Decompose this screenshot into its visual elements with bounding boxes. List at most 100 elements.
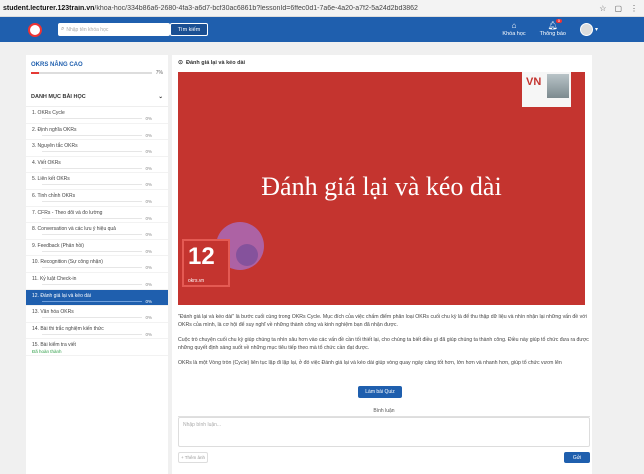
browser-menu-icon[interactable]: ⋮: [630, 4, 638, 13]
lesson-label: 7. CFRs - Theo dõi và đo lường: [32, 209, 103, 216]
lesson-progress-bar: [42, 134, 142, 136]
play-circle-icon: ⊙: [178, 60, 184, 66]
attach-image-button[interactable]: + Thêm ảnh: [178, 452, 208, 463]
lesson-progress-text: 0%: [145, 232, 152, 238]
search-input[interactable]: ⌕ Nhập tên khóa học: [58, 23, 170, 36]
lesson-progress-bar: [42, 234, 142, 236]
home-icon: ⌂: [511, 21, 517, 31]
sidebar-item-lesson[interactable]: 5. Liên kết OKRs 0%: [26, 173, 168, 190]
sidebar-item-lesson[interactable]: 3. Nguyên tắc OKRs 0%: [26, 140, 168, 157]
lesson-progress-bar: [42, 118, 142, 119]
paragraph: "Đánh giá lại và kéo dài" là bước cuối c…: [178, 314, 587, 329]
lesson-progress-bar: [42, 267, 142, 269]
lesson-progress-bar: [42, 333, 142, 335]
star-icon[interactable]: ☆: [599, 4, 606, 13]
lesson-progress-text: 0%: [145, 281, 152, 287]
search-icon: ⌕: [61, 26, 65, 32]
comment-input[interactable]: Nhập bình luận...: [178, 417, 590, 447]
lesson-progress-text: 0%: [145, 182, 152, 188]
site-logo[interactable]: [28, 22, 42, 37]
section-header[interactable]: DANH MỤC BÀI HỌC ⌄: [26, 76, 168, 107]
sidebar-item-lesson[interactable]: 11. Kỷ luật Check-in 0%: [26, 273, 168, 290]
sidebar-item-lesson[interactable]: 14. Bài thi trắc nghiệm kiến thức 0%: [26, 323, 168, 340]
lesson-sidebar: OKRS NÂNG CAO 7% DANH MỤC BÀI HỌC ⌄ 1. OK…: [26, 55, 168, 474]
lesson-content: ⊙ Đánh giá lại và kéo dài VN Đánh giá lại…: [172, 55, 592, 474]
lesson-progress-bar: [42, 167, 142, 169]
chevron-down-icon: ▾: [594, 27, 598, 33]
search-placeholder: Nhập tên khóa học: [66, 26, 109, 33]
lesson-label: 9. Feedback (Phản hồi): [32, 242, 84, 249]
lesson-progress-text: 0%: [145, 331, 152, 337]
browser-address-bar[interactable]: student.lecturer.123train.vn/khoa-hoc/33…: [0, 0, 644, 17]
lesson-progress-bar: [42, 151, 142, 153]
course-progress-fill: [31, 72, 40, 74]
bell-icon: 🔔︎: [547, 21, 558, 31]
lesson-label: 11. Kỷ luật Check-in: [32, 275, 77, 282]
notification-badge: 0: [555, 18, 562, 24]
nav-notifications[interactable]: 0 🔔︎ Thông báo: [539, 18, 566, 37]
sidebar-item-lesson[interactable]: 6. Tinh chỉnh OKRs 0%: [26, 190, 168, 207]
sidebar-item-lesson[interactable]: 9. Feedback (Phản hồi) 0%: [26, 240, 168, 257]
video-player[interactable]: VN Đánh giá lại và kéo dài 12 okrs.vn: [178, 72, 585, 305]
lesson-label: 12. Đánh giá lại và kéo dài: [32, 292, 91, 299]
lesson-label: 8. Conversation và các lưu ý hiệu quả: [32, 226, 116, 233]
lesson-list: 1. OKRs Cycle 0% 2. Định nghĩa OKRs 0% 3. Ng…: [26, 107, 168, 356]
sidebar-item-lesson[interactable]: 10. Recognition (Sự công nhận) 0%: [26, 256, 168, 273]
lesson-progress-bar: [42, 300, 142, 302]
lesson-status: Đã hoàn thành: [32, 349, 62, 355]
decor-circle: [236, 244, 258, 266]
nav-courses-label: Khóa học: [502, 30, 526, 37]
url-domain: student.lecturer.123train.vn: [3, 4, 95, 12]
url-path: /khoa-hoc/334b86a6-2680-4fa3-a6d7-bcf30a…: [94, 4, 418, 12]
lesson-progress-text: 0%: [145, 298, 152, 304]
top-navigation: ⌕ Nhập tên khóa học Tìm kiếm ⌂ Khóa học 0 🔔…: [0, 17, 644, 42]
lesson-progress-text: 0%: [145, 165, 152, 171]
video-title: Đánh giá lại và kéo dài: [261, 172, 502, 201]
paragraph: OKRs là một Vòng tròn (Cycle) liên tục l…: [178, 360, 562, 367]
lesson-progress-bar: [42, 184, 142, 186]
lesson-number-box: 12 okrs.vn: [182, 239, 230, 287]
paragraph: Cuộc trò chuyện cuối chu kỳ giúp chúng t…: [178, 337, 589, 352]
lesson-label: 5. Liên kết OKRs: [32, 176, 70, 183]
lesson-progress-text: 0%: [145, 215, 152, 221]
search-button[interactable]: Tìm kiếm: [170, 23, 208, 36]
lesson-label: 2. Định nghĩa OKRs: [32, 126, 77, 133]
comments-heading: Bình luận: [178, 408, 590, 417]
nav-courses[interactable]: ⌂ Khóa học: [502, 21, 526, 37]
lesson-label: 15. Bài kiểm tra viết: [32, 342, 76, 349]
sidebar-item-lesson[interactable]: 1. OKRs Cycle 0%: [26, 107, 168, 124]
lesson-label: 1. OKRs Cycle: [32, 110, 65, 116]
send-button[interactable]: Gửi: [564, 452, 590, 463]
course-progress: 7%: [26, 68, 168, 76]
lesson-progress-text: 0%: [145, 315, 152, 321]
nav-notifications-label: Thông báo: [539, 30, 566, 37]
lesson-progress-text: 0%: [145, 116, 152, 121]
sidebar-item-lesson[interactable]: 4. Viết OKRs 0%: [26, 157, 168, 174]
lesson-header: ⊙ Đánh giá lại và kéo dài: [172, 55, 592, 70]
lesson-number: 12: [188, 243, 215, 270]
quiz-button[interactable]: Làm bài Quiz: [358, 386, 402, 398]
lesson-progress-text: 0%: [145, 265, 152, 271]
lesson-progress-text: 0%: [145, 149, 152, 155]
course-progress-text: 7%: [155, 70, 163, 76]
chevron-down-icon: ⌄: [158, 94, 163, 100]
lesson-progress-text: 0%: [145, 198, 152, 204]
presenter-thumbnail: [547, 74, 569, 98]
url-text[interactable]: student.lecturer.123train.vn/khoa-hoc/33…: [0, 5, 599, 12]
lesson-description: "Đánh giá lại và kéo dài" là bước cuối c…: [178, 313, 590, 374]
sidebar-item-lesson[interactable]: 12. Đánh giá lại và kéo dài 0%: [26, 289, 168, 307]
avatar: [579, 23, 593, 36]
lesson-label: 14. Bài thi trắc nghiệm kiến thức: [32, 325, 104, 332]
sidebar-item-lesson[interactable]: 8. Conversation và các lưu ý hiệu quả 0%: [26, 223, 168, 240]
sidebar-item-lesson[interactable]: 15. Bài kiểm tra viết Đã hoàn thành: [26, 339, 168, 356]
video-logo: VN: [522, 72, 571, 107]
course-title: OKRS NÂNG CAO: [31, 62, 83, 68]
extensions-icon[interactable]: ▢: [614, 4, 622, 13]
lesson-progress-bar: [42, 317, 142, 319]
sidebar-item-lesson[interactable]: 2. Định nghĩa OKRs 0%: [26, 124, 168, 141]
lesson-progress-text: 0%: [145, 132, 152, 138]
user-menu[interactable]: ▾: [579, 23, 598, 36]
sidebar-item-lesson[interactable]: 7. CFRs - Theo dõi và đo lường 0%: [26, 207, 168, 224]
sidebar-item-lesson[interactable]: 13. Văn hóa OKRs 0%: [26, 306, 168, 323]
lesson-progress-bar: [42, 217, 142, 219]
